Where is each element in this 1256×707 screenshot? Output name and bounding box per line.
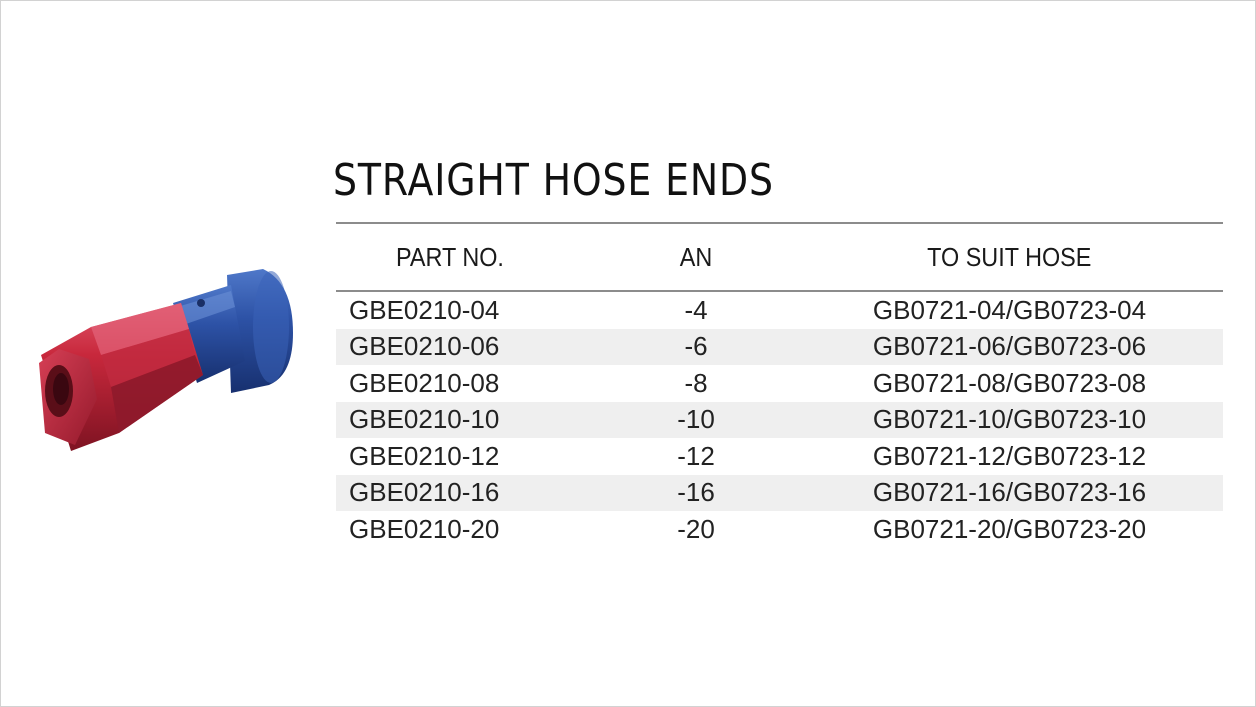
to-suit-hose-cell: GB0721-06/GB0723-06 (796, 328, 1223, 365)
an-cell: -20 (677, 513, 715, 544)
table-row: GBE0210-10 -10 GB0721-10/GB0723-10 (336, 401, 1223, 438)
product-sheet: STRAIGHT HOSE ENDS PART NO. AN TO SUIT H… (0, 0, 1256, 707)
table-row: GBE0210-16 -16 GB0721-16/GB0723-16 (336, 474, 1223, 511)
part-no-cell: GBE0210-10 (336, 401, 596, 438)
straight-hose-ends-table: PART NO. AN TO SUIT HOSE GBE0210-04 -4 G… (336, 222, 1223, 548)
part-no-cell: GBE0210-20 (349, 513, 500, 544)
table-body: GBE0210-04 -4 GB0721-04/GB0723-04 GBE021… (336, 291, 1223, 548)
to-suit-hose-cell: GB0721-16/GB0723-16 (796, 474, 1223, 511)
part-no-cell: GBE0210-16 (336, 474, 596, 511)
column-header-an-label: AN (679, 241, 713, 272)
column-header-to-suit-hose: TO SUIT HOSE (796, 223, 1223, 292)
table-row: GBE0210-04 -4 GB0721-04/GB0723-04 (336, 291, 1223, 329)
column-header-to-suit-hose-label: TO SUIT HOSE (927, 241, 1092, 272)
to-suit-hose-cell: GB0721-08/GB0723-08 (872, 367, 1147, 398)
part-no-cell: GBE0210-04 (349, 294, 500, 325)
an-cell: -12 (677, 440, 715, 471)
part-no-cell: GBE0210-12 (349, 440, 500, 471)
table-row: GBE0210-06 -6 GB0721-06/GB0723-06 (336, 328, 1223, 365)
to-suit-hose-cell: GB0721-20/GB0723-20 (872, 513, 1147, 544)
an-cell: -4 (684, 294, 708, 325)
column-header-an: AN (596, 223, 796, 292)
table-row: GBE0210-20 -20 GB0721-20/GB0723-20 (336, 511, 1223, 548)
an-cell: -16 (596, 474, 796, 511)
column-header-part-no: PART NO. (336, 223, 596, 292)
to-suit-hose-cell: GB0721-04/GB0723-04 (872, 294, 1147, 325)
table-header: PART NO. AN TO SUIT HOSE (336, 223, 1223, 292)
column-header-part-no-label: PART NO. (395, 241, 504, 272)
an-cell: -8 (684, 367, 708, 398)
to-suit-hose-cell: GB0721-10/GB0723-10 (796, 401, 1223, 438)
an-cell: -6 (596, 328, 796, 365)
table-row: GBE0210-08 -8 GB0721-08/GB0723-08 (336, 365, 1223, 402)
to-suit-hose-cell: GB0721-12/GB0723-12 (872, 440, 1147, 471)
part-no-cell: GBE0210-08 (349, 367, 500, 398)
table-header-row: PART NO. AN TO SUIT HOSE (336, 223, 1223, 292)
table-row: GBE0210-12 -12 GB0721-12/GB0723-12 (336, 438, 1223, 475)
an-cell: -10 (596, 401, 796, 438)
page-title: STRAIGHT HOSE ENDS (333, 155, 774, 206)
part-no-cell: GBE0210-06 (336, 328, 596, 365)
hose-end-fitting-image (39, 269, 293, 451)
hose-end-fitting-icon (31, 263, 299, 459)
